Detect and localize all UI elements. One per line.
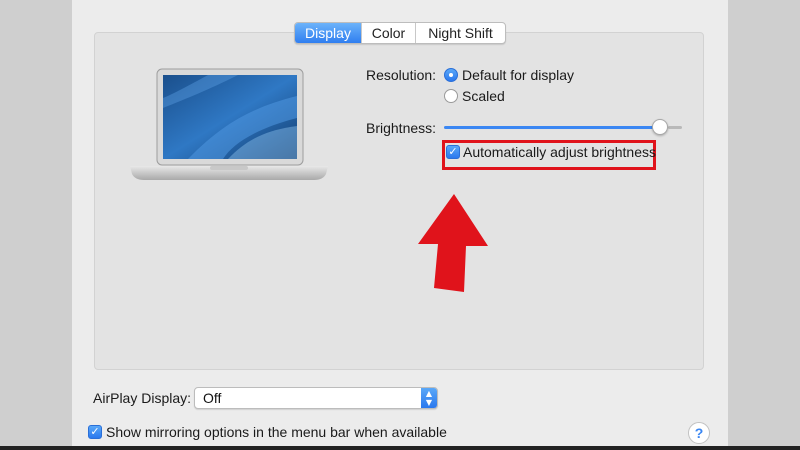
brightness-label: Brightness: <box>366 120 437 136</box>
tab-color[interactable]: Color <box>361 23 415 43</box>
resolution-option-scaled-label[interactable]: Scaled <box>462 88 505 104</box>
brightness-slider-filled-track <box>444 126 660 129</box>
bottom-edge <box>0 446 800 450</box>
brightness-slider-empty-track <box>668 126 682 129</box>
help-icon[interactable]: ? <box>688 422 710 444</box>
resolution-label: Resolution: <box>366 67 437 83</box>
tab-display[interactable]: Display <box>295 23 361 43</box>
chevron-up-down-icon: ▲ ▼ <box>421 388 437 408</box>
airplay-display-label: AirPlay Display: <box>93 390 192 406</box>
radio-default-for-display[interactable] <box>444 68 458 82</box>
show-mirroring-label[interactable]: Show mirroring options in the menu bar w… <box>106 424 447 440</box>
airplay-display-value: Off <box>203 390 222 406</box>
brightness-slider-knob[interactable] <box>652 119 668 135</box>
resolution-option-default-label[interactable]: Default for display <box>462 67 574 83</box>
tab-night-shift[interactable]: Night Shift <box>415 23 505 43</box>
auto-adjust-brightness-checkbox[interactable]: ✓ <box>446 145 460 159</box>
right-letterbox <box>728 0 800 450</box>
red-up-arrow-annotation <box>418 194 488 292</box>
airplay-display-select[interactable]: Off ▲ ▼ <box>194 387 438 409</box>
tab-bar: Display Color Night Shift <box>294 22 506 44</box>
show-mirroring-checkbox[interactable]: ✓ <box>88 425 102 439</box>
left-letterbox <box>0 0 72 450</box>
macbook-air-icon <box>130 68 328 180</box>
display-preferences-window: Display Color Night Shift Resolution: De… <box>72 0 728 446</box>
auto-adjust-brightness-label[interactable]: Automatically adjust brightness <box>463 144 656 160</box>
radio-scaled[interactable] <box>444 89 458 103</box>
